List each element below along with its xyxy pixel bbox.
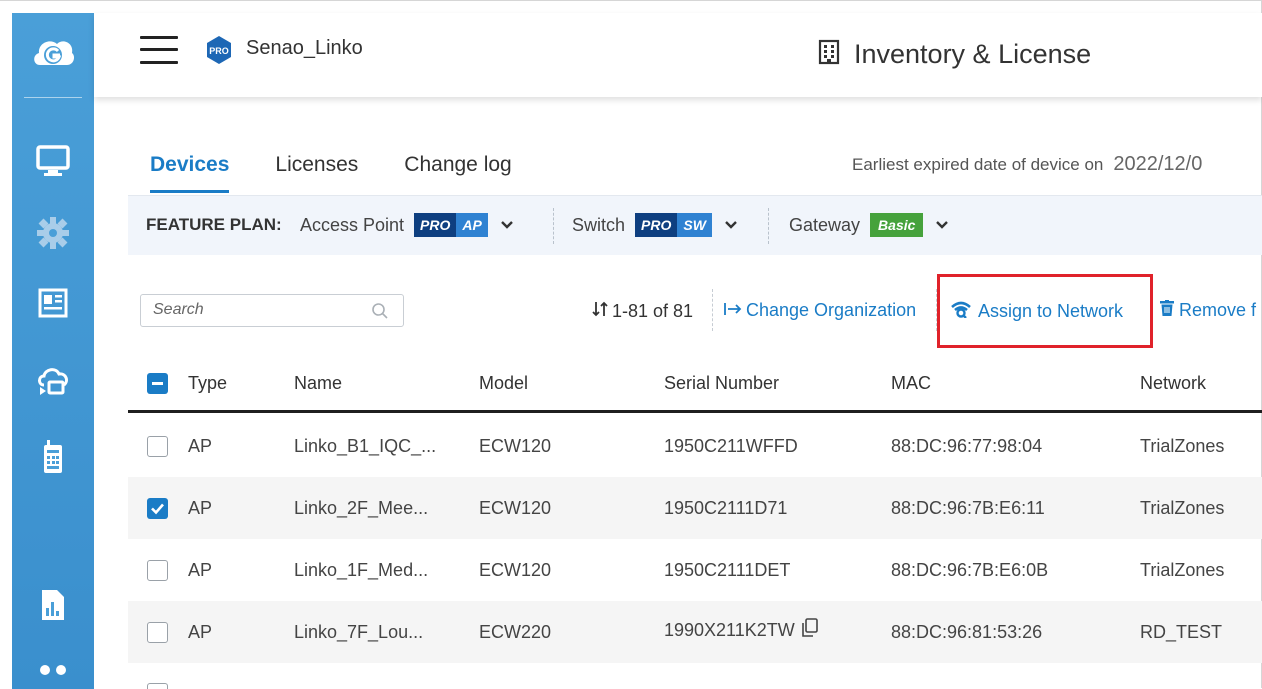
cell-serial: 1950C211WFFD xyxy=(664,436,798,456)
sidebar-divider xyxy=(24,97,82,98)
record-count: 1-81 of 81 xyxy=(592,300,693,323)
column-header-network[interactable]: Network xyxy=(1140,373,1206,394)
search-icon[interactable] xyxy=(371,302,389,325)
cell-type: AP xyxy=(188,498,213,518)
top-header: PRO Senao_Linko Inventory & License xyxy=(94,13,1262,97)
plan-badge: Basic xyxy=(870,213,924,237)
record-count-text: 1-81 of 81 xyxy=(612,301,694,321)
monitor-icon[interactable] xyxy=(33,141,73,181)
cell-serial: 1990X211K2TW xyxy=(664,618,819,643)
search-input[interactable] xyxy=(153,301,363,319)
column-header-mac[interactable]: MAC xyxy=(891,373,931,394)
cell-name: Linko_2F_Mee... xyxy=(294,498,429,518)
cell-mac: 88:DC:96:7B:E6:0B xyxy=(891,560,1049,580)
cell-type: AP xyxy=(188,560,213,580)
cell-serial: 1950C2111D71 xyxy=(664,498,788,518)
org-name[interactable]: Senao_Linko xyxy=(246,37,363,60)
table-row[interactable]: AP Linko_7F_Lou... ECW220 1990X211K2TW 8… xyxy=(128,601,1262,663)
feature-name: Access Point xyxy=(300,214,405,235)
building-icon xyxy=(818,39,840,70)
table-row[interactable]: AP Linko_1F_Med... ECW120 1950C2111DET 8… xyxy=(128,539,1262,601)
expire-date: 2022/12/0 xyxy=(1113,153,1203,175)
tab-licenses[interactable]: Licenses xyxy=(275,153,358,193)
cell-model: ECW220 xyxy=(479,622,552,642)
column-header-model[interactable]: Model xyxy=(479,373,528,394)
column-header-name[interactable]: Name xyxy=(294,373,342,394)
feature-gateway: Gateway Basic xyxy=(789,213,949,237)
table-row[interactable]: AP Linko_2F_Mee... ECW120 1950C2111D71 8… xyxy=(128,477,1262,539)
cell-network: TrialZones xyxy=(1140,498,1225,518)
cell-type: AP xyxy=(188,436,213,456)
cell-mac: 88:DC:96:77:98:04 xyxy=(891,436,1043,456)
tab-change-log[interactable]: Change log xyxy=(404,153,511,193)
cell-name: Linko_B1_IQC_... xyxy=(294,436,437,456)
remove-label: Remove f xyxy=(1179,300,1257,320)
next-row-partial xyxy=(128,683,1262,689)
chevron-down-icon[interactable] xyxy=(935,220,949,230)
cell-network: TrialZones xyxy=(1140,560,1225,580)
cell-network: RD_TEST xyxy=(1140,622,1223,642)
toolbar-divider xyxy=(712,289,713,331)
chevron-down-icon[interactable] xyxy=(500,220,514,230)
app-logo-icon[interactable] xyxy=(30,31,76,77)
cell-mac: 88:DC:96:7B:E6:11 xyxy=(891,498,1045,518)
cell-model: ECW120 xyxy=(479,436,552,456)
change-organization-button[interactable]: Change Organization xyxy=(724,300,916,321)
row-checkbox[interactable] xyxy=(147,560,168,581)
cell-network: TrialZones xyxy=(1140,436,1225,456)
pro-org-badge-icon: PRO xyxy=(204,35,234,65)
expire-info: Earliest expired date of device on 2022/1… xyxy=(852,153,1202,176)
row-checkbox[interactable] xyxy=(147,498,168,519)
menu-icon[interactable] xyxy=(140,35,180,65)
cell-serial-text: 1990X211K2TW xyxy=(664,620,795,640)
analytics-icon[interactable] xyxy=(33,585,73,625)
search-box xyxy=(140,294,404,327)
tab-devices[interactable]: Devices xyxy=(150,153,230,193)
change-organization-label: Change Organization xyxy=(746,300,917,320)
sort-icon[interactable] xyxy=(592,300,608,323)
copy-icon[interactable] xyxy=(801,618,819,643)
feature-name: Gateway xyxy=(789,214,861,235)
feature-switch: Switch PRO SW xyxy=(572,213,738,237)
row-checkbox[interactable] xyxy=(147,622,168,643)
feature-access-point: Access Point PRO AP xyxy=(300,213,514,237)
remove-button[interactable]: Remove f xyxy=(1160,300,1256,321)
tab-bar: Devices Licenses Change log xyxy=(150,153,558,193)
pro-badge-text: PRO xyxy=(209,46,229,56)
cell-model: ECW120 xyxy=(479,498,552,518)
table-row[interactable]: AP Linko_B1_IQC_... ECW120 1950C211WFFD … xyxy=(128,415,1262,477)
gear-icon[interactable] xyxy=(33,213,73,253)
highlight-annotation xyxy=(937,274,1153,348)
column-header-serial[interactable]: Serial Number xyxy=(664,373,779,394)
page-title: Inventory & License xyxy=(854,39,1092,69)
app-frame: PRO Senao_Linko Inventory & License Devi… xyxy=(0,0,1262,689)
page-title-group: Inventory & License xyxy=(818,39,1091,70)
feature-divider xyxy=(768,208,769,244)
feature-divider xyxy=(553,208,554,244)
sidebar xyxy=(12,13,94,689)
more-icon[interactable] xyxy=(33,653,73,683)
plan-badge: PRO SW xyxy=(635,213,712,237)
device-icon[interactable] xyxy=(33,437,73,477)
cell-name: Linko_1F_Med... xyxy=(294,560,429,580)
report-icon[interactable] xyxy=(33,283,73,323)
row-checkbox[interactable] xyxy=(147,436,168,457)
cell-mac: 88:DC:96:81:53:26 xyxy=(891,622,1043,642)
feature-plan-label: FEATURE PLAN: xyxy=(146,215,282,234)
expire-label: Earliest expired date of device on xyxy=(852,155,1104,174)
cell-name: Linko_7F_Lou... xyxy=(294,622,424,642)
cell-model: ECW120 xyxy=(479,560,552,580)
chevron-down-icon[interactable] xyxy=(724,220,738,230)
cell-serial: 1950C2111DET xyxy=(664,560,791,580)
move-arrow-icon xyxy=(724,300,742,321)
cell-type: AP xyxy=(188,622,213,642)
select-all-checkbox[interactable] xyxy=(147,373,168,394)
feature-plan-bar: FEATURE PLAN: Access Point PRO AP Switch … xyxy=(128,195,1262,255)
cloud-sync-icon[interactable] xyxy=(33,361,73,401)
column-header-type[interactable]: Type xyxy=(188,373,227,394)
plan-badge: PRO AP xyxy=(414,213,488,237)
table-header: Type Name Model Serial Number MAC Networ… xyxy=(128,355,1262,413)
trash-icon xyxy=(1160,300,1174,321)
feature-name: Switch xyxy=(572,214,626,235)
